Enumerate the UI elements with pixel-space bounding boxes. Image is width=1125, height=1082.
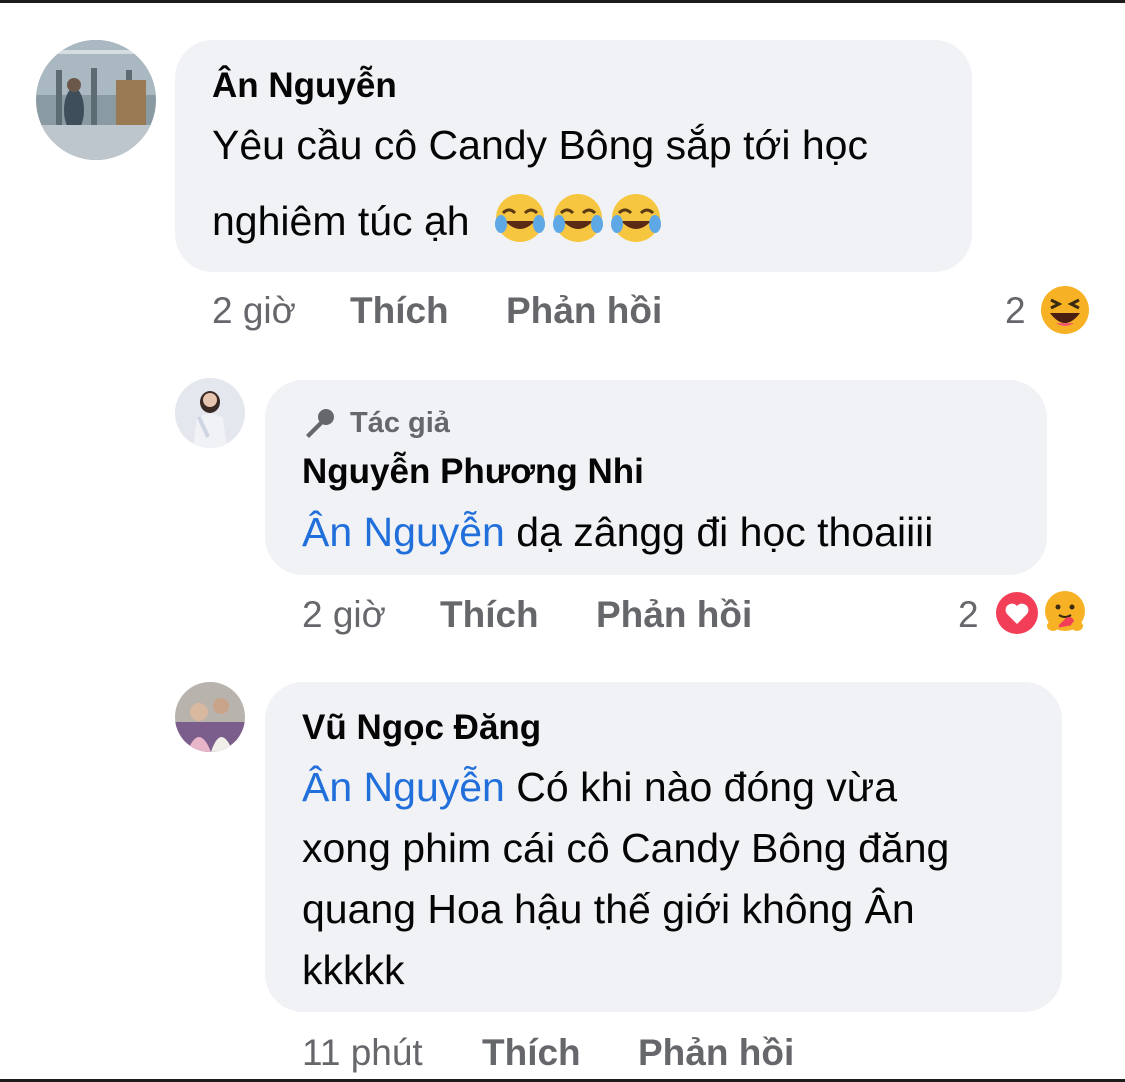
face-with-tears-of-joy-icon xyxy=(493,191,547,245)
like-button[interactable]: Thích xyxy=(350,290,449,332)
comment-author-name[interactable]: Ân Nguyễn xyxy=(212,66,397,106)
comment-text-body: Có khi nào đóng vừa xyxy=(516,764,898,810)
comment-text: Ân Nguyễn dạ zângg đi học thoaiiii xyxy=(302,502,1042,563)
comment-text: Yêu cầu cô Candy Bông sắp tới học nghiêm… xyxy=(212,115,952,252)
microphone-icon xyxy=(306,409,334,438)
comment-author-name[interactable]: Vũ Ngọc Đăng xyxy=(302,708,541,748)
mention-link[interactable]: Ân Nguyễn xyxy=(302,509,505,555)
reply-button[interactable]: Phản hồi xyxy=(638,1032,794,1074)
avatar-an-nguyen[interactable] xyxy=(36,40,156,160)
avatar-nguyen-phuong-nhi[interactable] xyxy=(175,378,245,448)
comment-timestamp[interactable]: 2 giờ xyxy=(212,290,296,332)
like-button[interactable]: Thích xyxy=(440,594,539,636)
comment-text-line: Yêu cầu cô Candy Bông sắp tới học xyxy=(212,122,868,168)
like-button[interactable]: Thích xyxy=(482,1032,581,1074)
comment-text-line: Ân Nguyễn Có khi nào đóng vừa xyxy=(302,757,1052,818)
reaction-count[interactable]: 2 xyxy=(958,594,979,636)
face-with-tears-of-joy-icon xyxy=(609,191,663,245)
face-with-tears-of-joy-icon xyxy=(551,191,605,245)
author-badge-label: Tác giả xyxy=(350,406,450,439)
comment-text-line: nghiêm túc ạh xyxy=(212,191,952,252)
comment-text-body: dạ zângg đi học thoaiiii xyxy=(516,509,934,555)
haha-reaction-icon[interactable] xyxy=(1040,285,1090,335)
comment-text-line: quang Hoa hậu thế giới không Ân xyxy=(302,886,915,932)
comment-timestamp[interactable]: 2 giờ xyxy=(302,594,386,636)
comment-text: Ân Nguyễn Có khi nào đóng vừa xong phim … xyxy=(302,757,1052,1001)
comment-text-line: kkkkk xyxy=(302,947,405,993)
author-badge: Tác giả xyxy=(302,405,450,441)
top-divider xyxy=(0,0,1125,3)
reaction-count[interactable]: 2 xyxy=(1005,290,1026,332)
reply-button[interactable]: Phản hồi xyxy=(506,290,662,332)
mention-link[interactable]: Ân Nguyễn xyxy=(302,764,505,810)
avatar-vu-ngoc-dang[interactable] xyxy=(175,682,245,752)
love-reaction-icon[interactable] xyxy=(992,588,1042,638)
reply-button[interactable]: Phản hồi xyxy=(596,594,752,636)
comment-timestamp[interactable]: 11 phút xyxy=(302,1032,423,1074)
comment-author-name[interactable]: Nguyễn Phương Nhi xyxy=(302,452,644,492)
comment-text-tail: nghiêm túc ạh xyxy=(212,198,470,244)
care-reaction-icon[interactable] xyxy=(1040,588,1090,638)
comment-text-line: xong phim cái cô Candy Bông đăng xyxy=(302,825,950,871)
